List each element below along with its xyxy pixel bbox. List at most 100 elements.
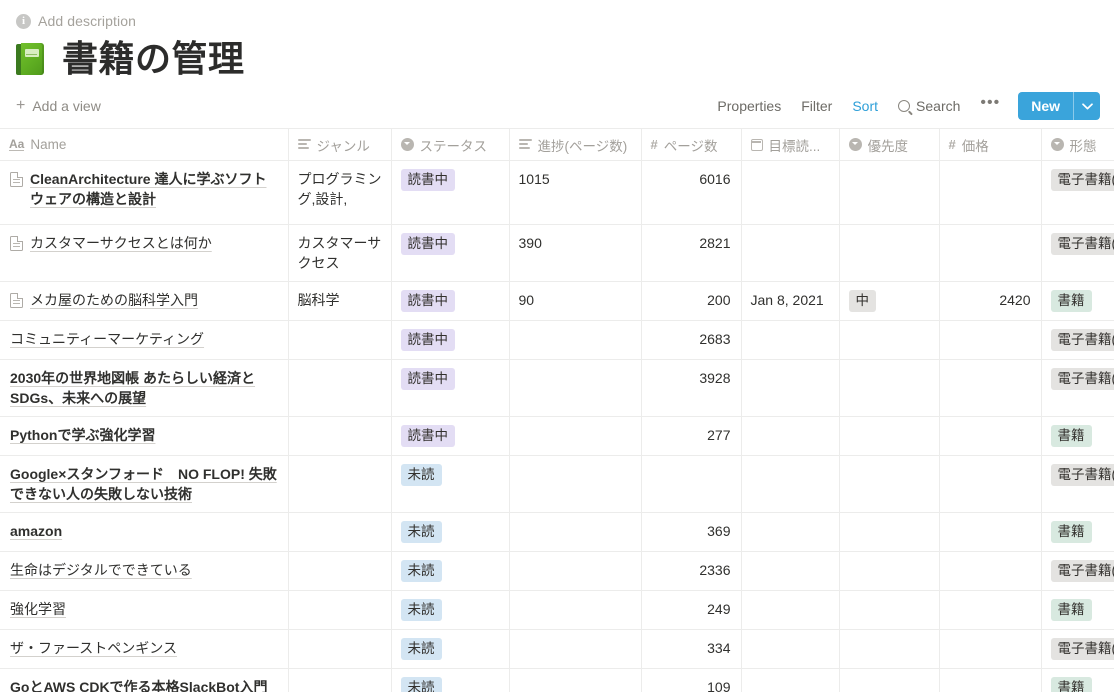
column-header-1[interactable]: ジャンル xyxy=(288,128,392,161)
search-button[interactable]: Search xyxy=(888,94,970,118)
table-row[interactable]: GoとAWS CDKで作る本格SlackBot入門 未読 109 書籍 xyxy=(0,668,1114,692)
cell-priority[interactable] xyxy=(839,224,940,282)
row-title[interactable]: 強化学習 xyxy=(10,599,66,619)
cell-pages[interactable]: 3928 xyxy=(641,359,742,417)
cell-target-date[interactable] xyxy=(741,359,840,417)
cell-price[interactable] xyxy=(939,416,1042,456)
cell-format[interactable]: 書籍 xyxy=(1041,281,1114,321)
cell-genre[interactable]: プログラミング,設計, xyxy=(288,160,392,225)
cell-name[interactable]: カスタマーサクセスとは何か xyxy=(0,224,289,282)
cell-genre[interactable] xyxy=(288,320,392,360)
cell-name[interactable]: メカ屋のための脳科学入門 xyxy=(0,281,289,321)
cell-progress[interactable]: 390 xyxy=(509,224,642,282)
cell-priority[interactable] xyxy=(839,416,940,456)
cell-priority[interactable] xyxy=(839,590,940,630)
row-title[interactable]: GoとAWS CDKで作る本格SlackBot入門 xyxy=(10,677,267,692)
cell-priority[interactable] xyxy=(839,551,940,591)
page-title[interactable]: 書籍の管理 xyxy=(62,38,245,79)
cell-target-date[interactable]: Jan 8, 2021 xyxy=(741,281,840,321)
cell-format[interactable]: 電子書籍( xyxy=(1041,160,1114,225)
new-dropdown-button[interactable] xyxy=(1074,92,1100,120)
cell-pages[interactable]: 2683 xyxy=(641,320,742,360)
table-row[interactable]: ザ・ファーストペンギンス 未読 334 電子書籍( xyxy=(0,629,1114,669)
new-button[interactable]: New xyxy=(1018,92,1073,120)
cell-pages[interactable]: 369 xyxy=(641,512,742,552)
row-title[interactable]: 2030年の世界地図帳 あたらしい経済とSDGs、未来への展望 xyxy=(10,368,279,408)
cell-target-date[interactable] xyxy=(741,590,840,630)
row-title[interactable]: 生命はデジタルでできている xyxy=(10,560,192,580)
cell-priority[interactable] xyxy=(839,320,940,360)
cell-name[interactable]: 強化学習 xyxy=(0,590,289,630)
cell-genre[interactable] xyxy=(288,455,392,513)
cell-name[interactable]: amazon xyxy=(0,512,289,552)
cell-name[interactable]: ザ・ファーストペンギンス xyxy=(0,629,289,669)
cell-price[interactable] xyxy=(939,320,1042,360)
cell-progress[interactable] xyxy=(509,359,642,417)
cell-progress[interactable] xyxy=(509,668,642,692)
cell-status[interactable]: 未読 xyxy=(391,551,510,591)
column-header-8[interactable]: 形態 xyxy=(1041,128,1114,161)
cell-priority[interactable] xyxy=(839,668,940,692)
cell-genre[interactable] xyxy=(288,590,392,630)
row-title[interactable]: Pythonで学ぶ強化学習 xyxy=(10,425,155,445)
cell-progress[interactable] xyxy=(509,416,642,456)
cell-status[interactable]: 読書中 xyxy=(391,281,510,321)
cell-name[interactable]: Google×スタンフォード NO FLOP! 失敗できない人の失敗しない技術 xyxy=(0,455,289,513)
cell-target-date[interactable] xyxy=(741,160,840,225)
cell-progress[interactable] xyxy=(509,590,642,630)
cell-price[interactable] xyxy=(939,668,1042,692)
cell-status[interactable]: 未読 xyxy=(391,512,510,552)
row-title[interactable]: ザ・ファーストペンギンス xyxy=(10,638,177,658)
table-row[interactable]: Google×スタンフォード NO FLOP! 失敗できない人の失敗しない技術 未… xyxy=(0,455,1114,513)
cell-target-date[interactable] xyxy=(741,224,840,282)
table-row[interactable]: CleanArchitecture 達人に学ぶソフトウェアの構造と設計 プログラミ… xyxy=(0,160,1114,225)
cell-status[interactable]: 未読 xyxy=(391,629,510,669)
table-row[interactable]: 生命はデジタルでできている 未読 2336 電子書籍( xyxy=(0,551,1114,591)
cell-status[interactable]: 読書中 xyxy=(391,320,510,360)
more-options-button[interactable]: ••• xyxy=(970,94,1012,115)
cell-pages[interactable]: 334 xyxy=(641,629,742,669)
cell-target-date[interactable] xyxy=(741,629,840,669)
cell-format[interactable]: 電子書籍( xyxy=(1041,629,1114,669)
cell-progress[interactable] xyxy=(509,455,642,513)
cell-price[interactable] xyxy=(939,160,1042,225)
cell-pages[interactable]: 6016 xyxy=(641,160,742,225)
cell-priority[interactable] xyxy=(839,629,940,669)
cell-name[interactable]: 生命はデジタルでできている xyxy=(0,551,289,591)
cell-genre[interactable] xyxy=(288,551,392,591)
cell-priority[interactable] xyxy=(839,160,940,225)
cell-format[interactable]: 書籍 xyxy=(1041,668,1114,692)
cell-priority[interactable] xyxy=(839,512,940,552)
cell-target-date[interactable] xyxy=(741,668,840,692)
table-row[interactable]: カスタマーサクセスとは何か カスタマーサクセス 読書中 390 2821 電子書籍( xyxy=(0,224,1114,282)
cell-progress[interactable]: 1015 xyxy=(509,160,642,225)
add-a-view-button[interactable]: + Add a view xyxy=(16,98,101,115)
cell-genre[interactable]: 脳科学 xyxy=(288,281,392,321)
table-row[interactable]: amazon 未読 369 書籍 xyxy=(0,512,1114,552)
cell-priority[interactable] xyxy=(839,455,940,513)
cell-progress[interactable] xyxy=(509,512,642,552)
cell-target-date[interactable] xyxy=(741,416,840,456)
cell-target-date[interactable] xyxy=(741,320,840,360)
cell-price[interactable] xyxy=(939,224,1042,282)
cell-format[interactable]: 書籍 xyxy=(1041,590,1114,630)
add-description-row[interactable]: i Add description xyxy=(0,0,1114,29)
cell-format[interactable]: 電子書籍( xyxy=(1041,359,1114,417)
table-row[interactable]: 2030年の世界地図帳 あたらしい経済とSDGs、未来への展望 読書中 3928 電子… xyxy=(0,359,1114,417)
cell-status[interactable]: 未読 xyxy=(391,668,510,692)
table-row[interactable]: Pythonで学ぶ強化学習 読書中 277 書籍 xyxy=(0,416,1114,456)
cell-name[interactable]: Pythonで学ぶ強化学習 xyxy=(0,416,289,456)
row-title[interactable]: amazon xyxy=(10,521,62,541)
cell-name[interactable]: CleanArchitecture 達人に学ぶソフトウェアの構造と設計 xyxy=(0,160,289,225)
table-row[interactable]: 強化学習 未読 249 書籍 xyxy=(0,590,1114,630)
cell-format[interactable]: 電子書籍( xyxy=(1041,455,1114,513)
row-title[interactable]: CleanArchitecture 達人に学ぶソフトウェアの構造と設計 xyxy=(30,169,279,209)
cell-progress[interactable]: 90 xyxy=(509,281,642,321)
cell-genre[interactable] xyxy=(288,359,392,417)
cell-price[interactable] xyxy=(939,590,1042,630)
cell-price[interactable] xyxy=(939,359,1042,417)
cell-pages[interactable]: 2821 xyxy=(641,224,742,282)
cell-target-date[interactable] xyxy=(741,512,840,552)
cell-pages[interactable]: 109 xyxy=(641,668,742,692)
cell-genre[interactable] xyxy=(288,668,392,692)
